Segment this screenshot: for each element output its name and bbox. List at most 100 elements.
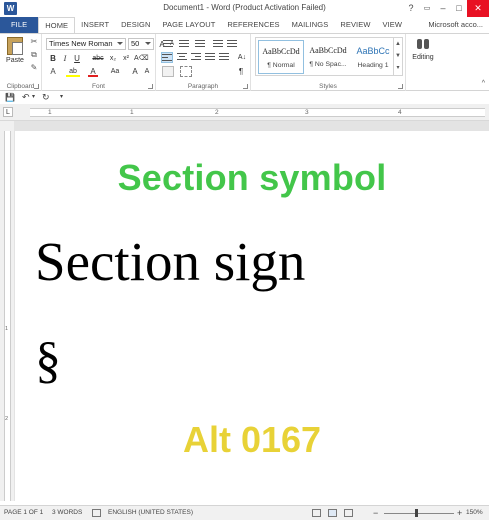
shrink-font-alt-button[interactable]: A [142, 66, 152, 77]
chevron-up-icon[interactable]: ▲ [394, 38, 402, 50]
tab-home[interactable]: HOME [38, 17, 76, 33]
bold-button[interactable]: B [48, 53, 58, 64]
web-layout-icon[interactable] [344, 509, 353, 517]
grow-font-alt-button[interactable]: A [130, 66, 140, 77]
print-layout-icon[interactable] [328, 509, 337, 517]
language-indicator[interactable]: ENGLISH (UNITED STATES) [108, 506, 193, 520]
style-no-spacing[interactable]: AaBbCcDd ¶ No Spac... [305, 40, 351, 74]
close-button[interactable]: ✕ [467, 0, 489, 17]
help-button[interactable]: ? [403, 0, 419, 17]
ribbon-tabs: FILE HOME INSERT DESIGN PAGE LAYOUT REFE… [0, 17, 489, 33]
document-page[interactable]: Section symbol Section sign § Alt 0167 [15, 131, 489, 506]
superscript-button[interactable]: x² [120, 53, 132, 64]
borders-button[interactable] [180, 66, 192, 77]
vertical-ruler-number: 1 [5, 326, 9, 332]
styles-gallery-scroll[interactable]: ▲ ▼ ▾ [393, 38, 402, 75]
word-count[interactable]: 3 WORDS [52, 506, 82, 520]
justify-button[interactable] [204, 52, 216, 63]
tab-page-layout[interactable]: PAGE LAYOUT [156, 17, 221, 33]
clear-formatting-button[interactable]: A⌫ [134, 53, 149, 64]
tab-view[interactable]: VIEW [377, 17, 409, 33]
redo-icon[interactable]: ↻ [42, 91, 50, 104]
show-formatting-button[interactable]: ¶ [236, 66, 246, 77]
customize-qat-icon[interactable]: ▾ [60, 91, 63, 104]
align-right-button[interactable] [190, 52, 202, 63]
style-normal[interactable]: AaBbCcDd ¶ Normal [258, 40, 304, 74]
tab-references[interactable]: REFERENCES [221, 17, 285, 33]
tab-review[interactable]: REVIEW [334, 17, 376, 33]
collapse-ribbon-button[interactable]: ^ [482, 80, 485, 87]
highlight-button[interactable]: ab [66, 66, 80, 77]
format-painter-icon[interactable]: ✎ [29, 64, 39, 72]
editing-label: Editing [412, 54, 434, 61]
document-area: Section symbol Section sign § Alt 0167 [14, 121, 489, 506]
tab-selector[interactable]: L [3, 107, 13, 117]
account-menu[interactable]: Microsoft acco... [428, 17, 483, 33]
text-section-sign[interactable]: Section sign [35, 234, 305, 289]
vertical-ruler-bar[interactable]: 1 2 [4, 131, 11, 501]
heading-section-symbol[interactable]: Section symbol [15, 157, 489, 199]
tab-mailings[interactable]: MAILINGS [286, 17, 335, 33]
styles-launcher-icon[interactable] [398, 84, 403, 89]
decrease-indent-button[interactable] [212, 39, 224, 50]
zoom-slider-thumb[interactable] [415, 509, 418, 517]
chevron-down-icon[interactable]: ▼ [394, 50, 402, 62]
zoom-out-button[interactable]: − [373, 506, 378, 520]
style-preview: AaBbCcDd [262, 47, 300, 56]
maximize-button[interactable]: □ [451, 0, 467, 17]
zoom-in-button[interactable]: + [457, 506, 462, 520]
shading-button[interactable] [162, 66, 174, 77]
underline-button[interactable]: U [72, 53, 82, 64]
paste-icon [7, 37, 23, 55]
proofing-icon[interactable] [92, 509, 101, 517]
horizontal-ruler: L 1 1 2 3 4 [0, 104, 489, 121]
numbering-button[interactable] [178, 39, 190, 50]
multilevel-list-button[interactable] [194, 39, 206, 50]
align-center-button[interactable] [176, 52, 188, 63]
font-name-combobox[interactable]: Times New Roman [46, 38, 126, 50]
tab-insert[interactable]: INSERT [75, 17, 115, 33]
alt-code-text[interactable]: Alt 0167 [15, 419, 489, 461]
sort-button[interactable]: A↓ [236, 52, 248, 63]
ribbon-display-button[interactable]: ▭ [419, 0, 435, 17]
font-color-button[interactable]: A [88, 66, 98, 77]
text-effects-button[interactable]: A [48, 66, 58, 77]
save-icon[interactable]: 💾 [5, 91, 15, 104]
style-name: ¶ Normal [267, 62, 295, 69]
page-count[interactable]: PAGE 1 OF 1 [4, 506, 43, 520]
minimize-button[interactable]: – [435, 0, 451, 17]
font-size-combobox[interactable]: 50 [128, 38, 154, 50]
title-bar: W Document1 - Word (Product Activation F… [0, 0, 489, 17]
paste-button[interactable]: Paste [4, 37, 26, 73]
section-symbol-glyph[interactable]: § [35, 335, 61, 387]
line-spacing-button[interactable] [218, 52, 230, 63]
read-mode-icon[interactable] [312, 509, 321, 517]
subscript-button[interactable]: x₂ [107, 53, 119, 64]
tab-file[interactable]: FILE [0, 17, 39, 33]
zoom-level[interactable]: 150% [466, 506, 483, 520]
styles-gallery: AaBbCcDd ¶ Normal AaBbCcDd ¶ No Spac... … [255, 37, 403, 76]
ruler-bar[interactable]: 1 1 2 3 4 [30, 108, 485, 117]
paragraph-group-label: Paragraph [187, 83, 219, 90]
align-left-button[interactable] [161, 52, 173, 63]
tab-design[interactable]: DESIGN [115, 17, 156, 33]
paragraph-launcher-icon[interactable] [243, 84, 248, 89]
style-name: ¶ No Spac... [309, 61, 347, 68]
font-launcher-icon[interactable] [148, 84, 153, 89]
bullets-button[interactable] [162, 39, 174, 50]
italic-button[interactable]: I [60, 53, 70, 64]
increase-indent-button[interactable] [226, 39, 238, 50]
clipboard-launcher-icon[interactable] [34, 84, 39, 89]
undo-icon[interactable]: ↶ [22, 91, 30, 104]
copy-icon[interactable]: ⧉ [29, 51, 39, 59]
strikethrough-button[interactable]: abc [90, 53, 106, 64]
more-styles-icon[interactable]: ▾ [394, 62, 402, 74]
zoom-slider[interactable] [384, 513, 454, 514]
change-case-button[interactable]: Aa [108, 66, 122, 77]
undo-dropdown-icon[interactable]: ▾ [32, 91, 35, 104]
style-name: Heading 1 [357, 62, 389, 69]
editing-button[interactable]: Editing [408, 37, 438, 61]
style-heading-1[interactable]: AaBbCc Heading 1 [352, 40, 394, 74]
decrease-indent-icon [213, 40, 223, 47]
cut-icon[interactable]: ✂ [29, 38, 39, 46]
